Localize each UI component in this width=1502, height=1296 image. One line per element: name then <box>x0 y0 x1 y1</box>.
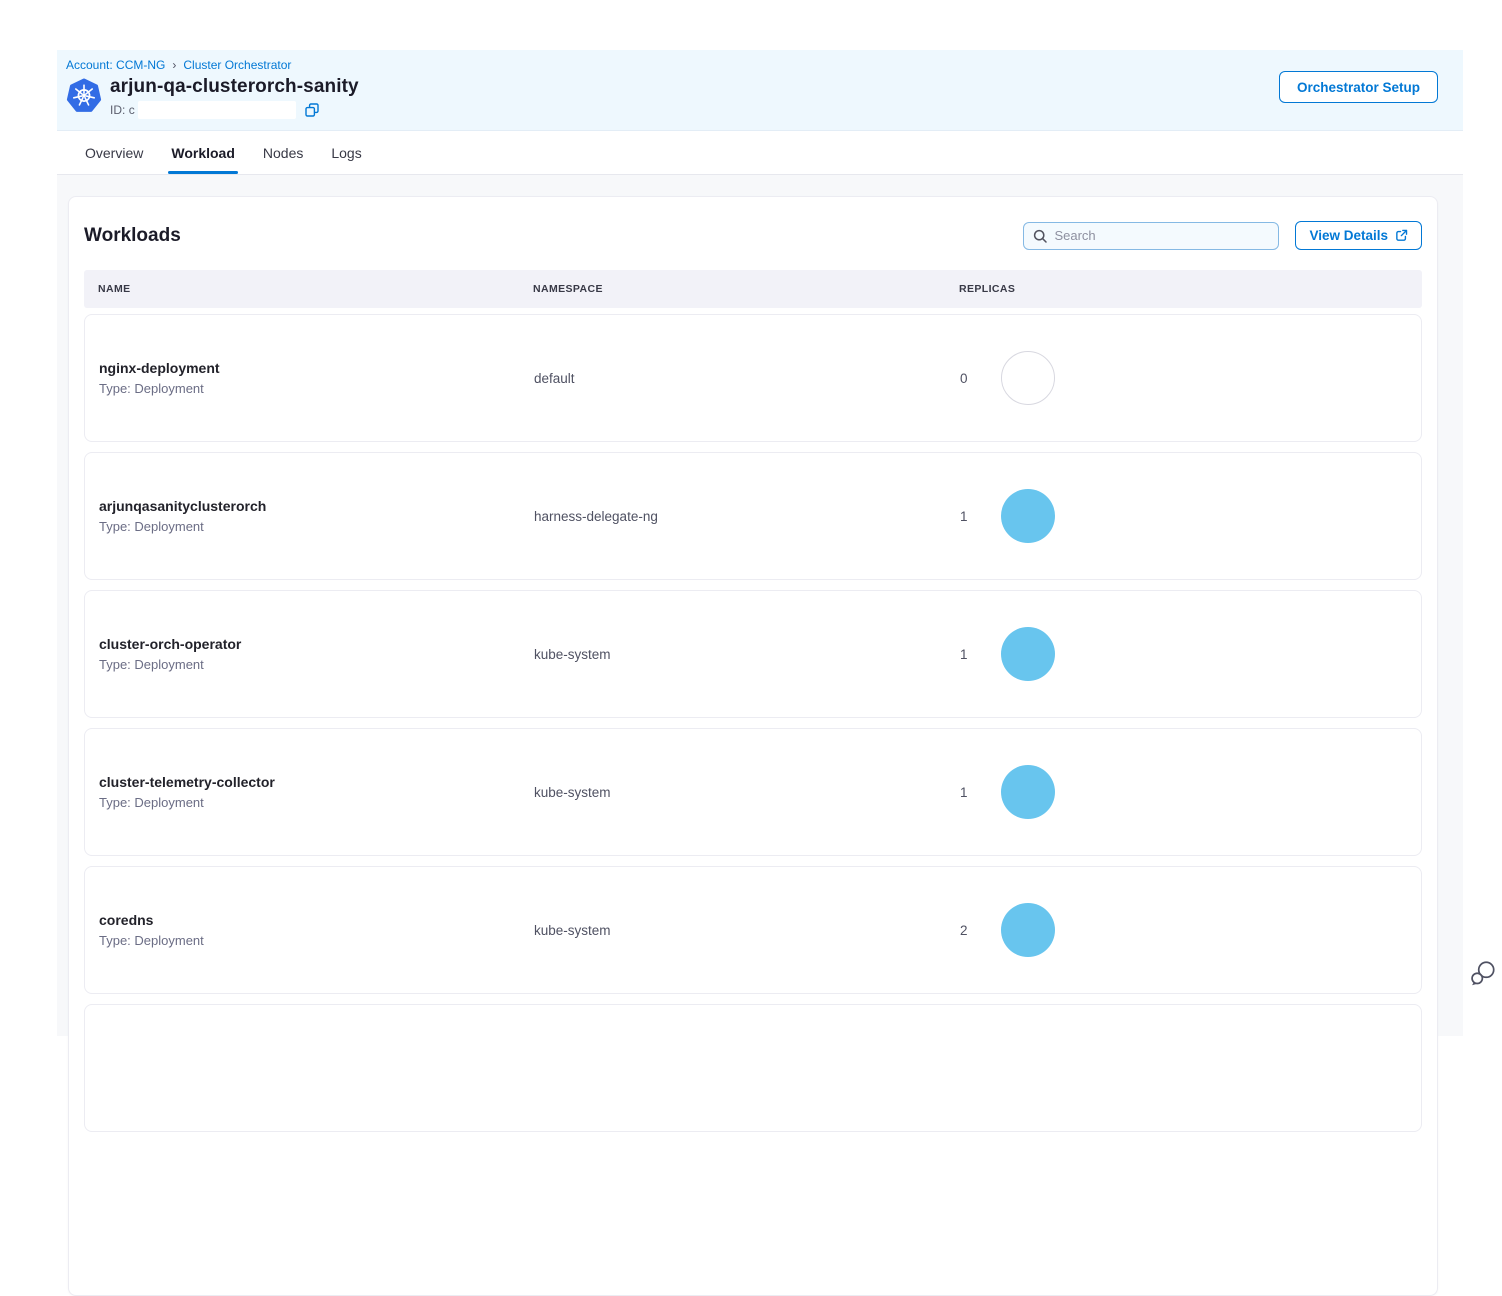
replica-status-circle <box>1001 489 1055 543</box>
replica-count: 1 <box>960 647 969 662</box>
workloads-title: Workloads <box>84 225 181 247</box>
breadcrumb-section-link[interactable]: Cluster Orchestrator <box>183 58 291 72</box>
search-icon <box>1033 229 1047 243</box>
workload-type: Type: Deployment <box>99 933 534 948</box>
page-container: Account: CCM-NG › Cluster Orchestrator <box>57 50 1463 1036</box>
cluster-id-redacted-value <box>138 101 296 119</box>
workload-namespace: harness-delegate-ng <box>534 509 960 524</box>
workload-namespace: kube-system <box>534 647 960 662</box>
cluster-id-partial: c <box>129 103 135 117</box>
cluster-id-label: ID: <box>110 103 125 117</box>
replica-count: 0 <box>960 371 969 386</box>
workload-name-cell: cluster-telemetry-collector Type: Deploy… <box>99 774 534 810</box>
workload-replicas-cell: 1 <box>960 489 1407 543</box>
cluster-header: Account: CCM-NG › Cluster Orchestrator <box>57 50 1463 131</box>
workload-name: arjunqasanityclusterorch <box>99 498 534 514</box>
workload-replicas-cell: 2 <box>960 903 1407 957</box>
replica-count: 1 <box>960 509 969 524</box>
workload-name: nginx-deployment <box>99 360 534 376</box>
table-row-partial[interactable] <box>84 1004 1422 1132</box>
replica-status-circle <box>1001 903 1055 957</box>
tab-nodes[interactable]: Nodes <box>261 131 305 174</box>
workload-replicas-cell: 1 <box>960 627 1407 681</box>
replica-count: 2 <box>960 923 969 938</box>
breadcrumb-account-link[interactable]: Account: CCM-NG <box>66 58 165 72</box>
column-header-replicas: REPLICAS <box>959 283 1408 295</box>
tab-workload[interactable]: Workload <box>169 131 237 174</box>
workload-type: Type: Deployment <box>99 381 534 396</box>
tab-overview[interactable]: Overview <box>83 131 145 174</box>
tab-bar: Overview Workload Nodes Logs <box>57 131 1463 175</box>
workload-name-cell: cluster-orch-operator Type: Deployment <box>99 636 534 672</box>
replica-count: 1 <box>960 785 969 800</box>
workload-namespace: kube-system <box>534 923 960 938</box>
table-header: NAME NAMESPACE REPLICAS <box>84 270 1422 308</box>
view-details-button[interactable]: View Details <box>1295 221 1422 250</box>
workloads-card: Workloads View Details <box>68 196 1438 1296</box>
kubernetes-icon <box>66 78 102 114</box>
replica-status-circle <box>1001 765 1055 819</box>
breadcrumb-separator-icon: › <box>172 58 176 72</box>
workload-rows: nginx-deployment Type: Deployment defaul… <box>84 314 1422 994</box>
workload-name: cluster-orch-operator <box>99 636 534 652</box>
workload-replicas-cell: 0 <box>960 351 1407 405</box>
table-row[interactable]: arjunqasanityclusterorch Type: Deploymen… <box>84 452 1422 580</box>
workload-type: Type: Deployment <box>99 795 534 810</box>
table-row[interactable]: cluster-telemetry-collector Type: Deploy… <box>84 728 1422 856</box>
orchestrator-setup-button[interactable]: Orchestrator Setup <box>1279 71 1438 103</box>
view-details-label: View Details <box>1309 228 1388 243</box>
column-header-namespace: NAMESPACE <box>533 283 959 295</box>
chat-help-icon[interactable] <box>1468 958 1498 988</box>
search-box[interactable] <box>1023 222 1279 250</box>
replica-status-circle <box>1001 627 1055 681</box>
workload-name-cell: coredns Type: Deployment <box>99 912 534 948</box>
workload-type: Type: Deployment <box>99 519 534 534</box>
replica-status-circle <box>1001 351 1055 405</box>
workload-name-cell: nginx-deployment Type: Deployment <box>99 360 534 396</box>
workload-namespace: default <box>534 371 960 386</box>
workload-namespace: kube-system <box>534 785 960 800</box>
copy-icon[interactable] <box>305 103 319 117</box>
workload-type: Type: Deployment <box>99 657 534 672</box>
external-link-icon <box>1395 229 1408 242</box>
table-row[interactable]: nginx-deployment Type: Deployment defaul… <box>84 314 1422 442</box>
breadcrumb: Account: CCM-NG › Cluster Orchestrator <box>66 58 1438 72</box>
table-row[interactable]: coredns Type: Deployment kube-system 2 <box>84 866 1422 994</box>
body-area: Workloads View Details <box>57 175 1463 1036</box>
table-row[interactable]: cluster-orch-operator Type: Deployment k… <box>84 590 1422 718</box>
workload-name-cell: arjunqasanityclusterorch Type: Deploymen… <box>99 498 534 534</box>
workload-replicas-cell: 1 <box>960 765 1407 819</box>
tab-logs[interactable]: Logs <box>329 131 363 174</box>
workload-name: cluster-telemetry-collector <box>99 774 534 790</box>
column-header-name: NAME <box>98 283 533 295</box>
search-input[interactable] <box>1054 228 1269 243</box>
page-title: arjun-qa-clusterorch-sanity <box>110 76 359 98</box>
workload-name: coredns <box>99 912 534 928</box>
